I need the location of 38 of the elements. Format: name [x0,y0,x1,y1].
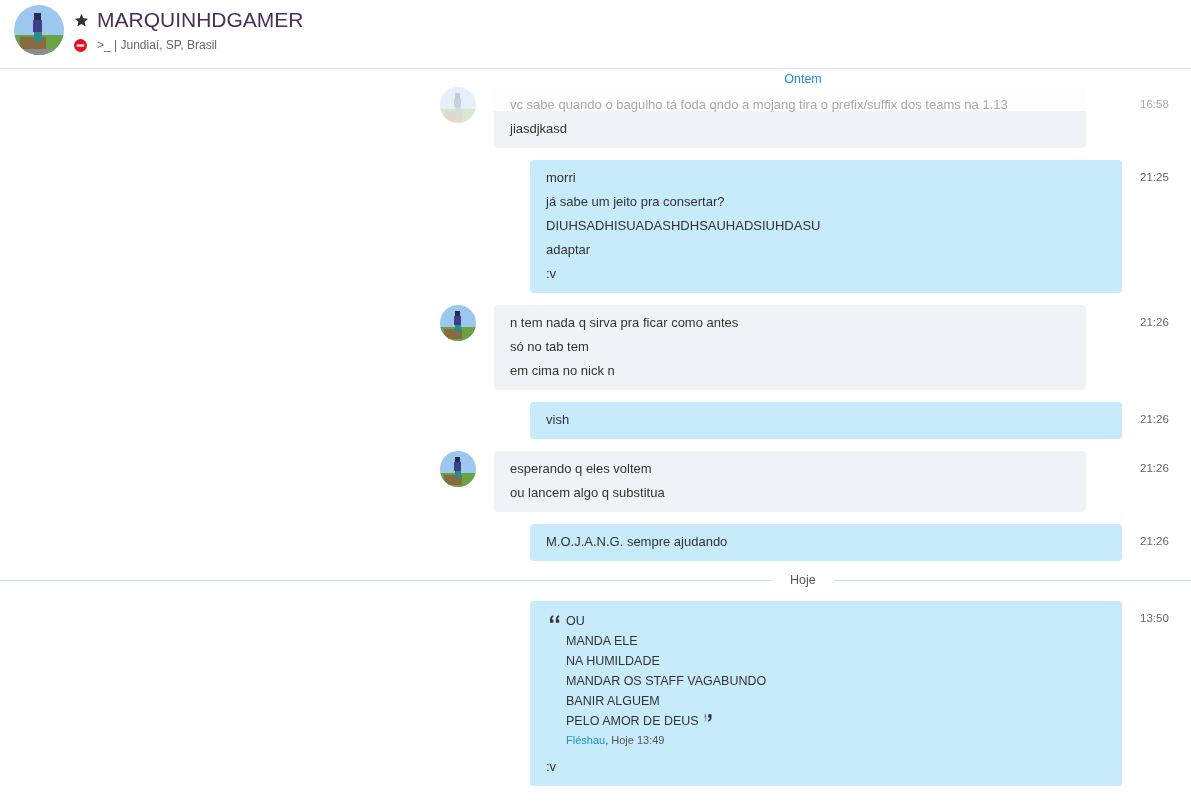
quoted-text: MANDAR OS STAFF VAGABUNDO [566,673,767,690]
message-text: jiasdjkasd [510,120,569,138]
quoted-text: NA HUMILDADE [566,653,660,670]
message-text: em cima no nick n [510,362,616,380]
message-time: 21:26 [1140,461,1169,474]
message-time: 16:58 [1140,97,1169,110]
quoted-text: MANDA ELE [566,633,638,650]
message-time: 21:26 [1140,412,1169,425]
message-text: vish [546,411,571,429]
quoted-text: OU [566,613,585,630]
message-text: vc sabe quando o bagulho tá foda qndo a mojang tira o prefix/suffix dos teams na 1.13 [510,96,1009,114]
quote-timestamp: , Hoje 13:49 [605,734,665,746]
avatar-drawing[interactable] [440,451,476,487]
quoted-text: PELO AMOR DE DEUS [566,713,699,730]
quote-open-icon [550,615,560,623]
message-text: :v [546,758,558,776]
message-text: n tem nada q sirva pra ficar como antes [510,314,740,332]
avatar-drawing[interactable] [14,5,64,55]
mood-message: >_ | Jundiaí, SP, Brasil [97,38,217,52]
message-text: só no tab tem [510,338,590,356]
message-text: adaptar [546,241,592,259]
date-label: Hoje [789,573,817,587]
message-text: ou lancem algo q substitua [510,484,666,502]
message-time: 13:50 [1140,611,1169,624]
message-text: DIUHSADHISUADASHDHSAUHADSIUHDASU [546,217,822,235]
quote-close-icon [703,714,714,722]
star-icon[interactable] [74,12,89,28]
message-text: M.O.J.A.N.G. sempre ajudando [546,533,729,551]
message-text: :v [546,265,558,283]
message-text: esperando q eles voltem [510,460,653,478]
message-text: já sabe um jeito pra consertar? [546,193,726,211]
message-time: 21:25 [1140,170,1169,183]
contact-name: MARQUINHDGAMER [97,8,304,32]
quoted-text: BANIR ALGUEM [566,693,660,710]
avatar-drawing[interactable] [440,305,476,341]
message-time: 21:26 [1140,315,1169,328]
message-time: 21:26 [1140,534,1169,547]
message-text: morri [546,169,577,187]
